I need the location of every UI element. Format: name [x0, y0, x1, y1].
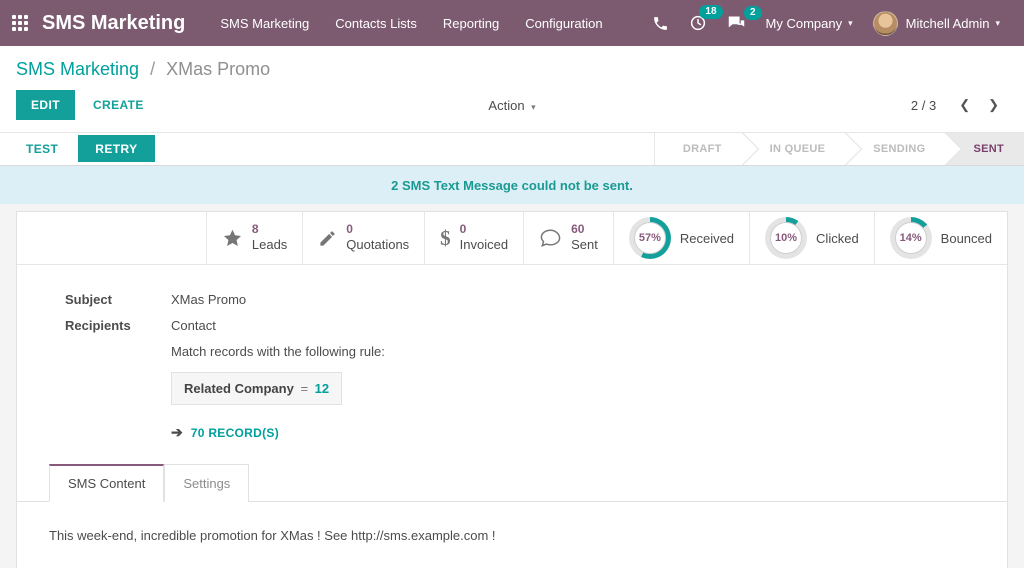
messages-count-badge: 2 [744, 6, 762, 20]
stat-button-clicked[interactable]: 10% Clicked [749, 212, 874, 264]
stat-label: Sent [571, 237, 598, 254]
statusbar: TEST RETRY DRAFT IN QUEUE SENDING SENT [0, 132, 1024, 166]
domain-rule-text: Match records with the following rule: [171, 344, 983, 359]
app-brand-title: SMS Marketing [42, 12, 185, 35]
records-count-link[interactable]: 70 RECORD(S) [191, 426, 279, 440]
edit-button[interactable]: EDIT [16, 90, 75, 120]
stat-label: Quotations [346, 237, 409, 254]
top-navbar: SMS Marketing SMS Marketing Contacts Lis… [0, 0, 1024, 46]
menu-sms-marketing[interactable]: SMS Marketing [207, 0, 322, 46]
sms-body-text[interactable]: This week-end, incredible promotion for … [49, 528, 496, 543]
filter-operator: = [297, 381, 311, 396]
test-button[interactable]: TEST [12, 133, 72, 165]
stat-value: 8 [252, 222, 287, 238]
activities-clock-icon[interactable]: 18 [679, 14, 717, 32]
chevron-down-icon: ▾ [848, 18, 853, 29]
navbar-systray: 18 2 My Company ▾ Mitchell Admin ▾ [642, 11, 1010, 36]
arrow-right-icon: ➔ [171, 424, 183, 441]
stat-button-leads[interactable]: 8 Leads [206, 212, 302, 264]
subject-field-value[interactable]: XMas Promo [171, 292, 246, 307]
menu-contacts-lists[interactable]: Contacts Lists [322, 0, 430, 46]
pager-previous-button[interactable]: ❮ [950, 95, 979, 115]
control-panel-buttons: EDIT CREATE Action ▾ 2 / 3 ❮ ❯ [0, 86, 1024, 132]
stat-button-row: 8 Leads 0 Quotations $ 0 Invoiced [17, 212, 1007, 265]
main-menu: SMS Marketing Contacts Lists Reporting C… [207, 0, 615, 46]
breadcrumb-current: XMas Promo [166, 59, 270, 79]
chat-bubble-icon [539, 228, 562, 248]
alert-text[interactable]: 2 SMS Text Message could not be sent. [391, 178, 633, 193]
domain-filter-chip[interactable]: Related Company = 12 [171, 372, 342, 405]
chevron-down-icon: ▾ [995, 18, 1000, 29]
stat-label: Bounced [941, 231, 992, 246]
stat-value: 60 [571, 222, 598, 238]
received-donut-chart: 57% [629, 217, 671, 259]
menu-reporting[interactable]: Reporting [430, 0, 512, 46]
user-avatar [873, 11, 898, 36]
subject-field-label: Subject [65, 292, 171, 307]
recipients-field-value[interactable]: Contact [171, 318, 216, 333]
stat-button-sent[interactable]: 60 Sent [523, 212, 613, 264]
user-name: Mitchell Admin [906, 16, 990, 31]
stat-label: Invoiced [460, 237, 508, 254]
notebook-tabs: SMS Content Settings [17, 464, 1007, 502]
status-steps: DRAFT IN QUEUE SENDING SENT [654, 133, 1024, 165]
breadcrumb: SMS Marketing / XMas Promo [0, 46, 1024, 86]
alert-banner: 2 SMS Text Message could not be sent. [0, 166, 1024, 204]
recipients-field-label: Recipients [65, 318, 171, 333]
stat-label: Leads [252, 237, 287, 254]
stat-button-quotations[interactable]: 0 Quotations [302, 212, 424, 264]
tab-settings[interactable]: Settings [164, 464, 249, 502]
donut-percent: 10% [765, 217, 807, 259]
apps-grid-icon[interactable] [12, 15, 28, 31]
stat-button-received[interactable]: 57% Received [613, 212, 749, 264]
pager-counter: 2 / 3 [911, 98, 936, 113]
menu-configuration[interactable]: Configuration [512, 0, 615, 46]
breadcrumb-separator: / [144, 59, 161, 79]
stat-label: Received [680, 231, 734, 246]
control-panel: SMS Marketing / XMas Promo EDIT CREATE A… [0, 46, 1024, 132]
phone-icon[interactable] [642, 15, 679, 32]
stat-label: Clicked [816, 231, 859, 246]
donut-percent: 57% [629, 217, 671, 259]
bounced-donut-chart: 14% [890, 217, 932, 259]
clicked-donut-chart: 10% [765, 217, 807, 259]
donut-percent: 14% [890, 217, 932, 259]
breadcrumb-parent-link[interactable]: SMS Marketing [16, 59, 139, 79]
dollar-icon: $ [440, 226, 451, 251]
stat-value: 0 [346, 222, 409, 238]
form-fields: Subject XMas Promo Recipients Contact Ma… [17, 265, 1007, 441]
action-dropdown[interactable]: Action ▾ [488, 98, 535, 113]
filter-value: 12 [315, 381, 329, 396]
company-name: My Company [766, 16, 843, 31]
create-button[interactable]: CREATE [93, 98, 144, 112]
pager-next-button[interactable]: ❯ [979, 95, 1008, 115]
status-step-draft[interactable]: DRAFT [655, 133, 742, 165]
form-sheet: 8 Leads 0 Quotations $ 0 Invoiced [16, 211, 1008, 568]
company-switcher[interactable]: My Company ▾ [756, 16, 863, 31]
records-count-row: ➔ 70 RECORD(S) [171, 424, 983, 441]
filter-field-name: Related Company [184, 381, 294, 396]
stat-button-bounced[interactable]: 14% Bounced [874, 212, 1007, 264]
user-menu[interactable]: Mitchell Admin ▾ [863, 11, 1010, 36]
chevron-down-icon: ▾ [529, 102, 536, 112]
star-icon [222, 228, 243, 249]
messages-icon[interactable]: 2 [717, 15, 756, 32]
sms-content-panel: This week-end, incredible promotion for … [17, 502, 1007, 568]
retry-button[interactable]: RETRY [78, 135, 154, 162]
stat-button-invoiced[interactable]: $ 0 Invoiced [424, 212, 523, 264]
tab-sms-content[interactable]: SMS Content [49, 464, 164, 502]
pencil-icon [318, 229, 337, 248]
stat-value: 0 [460, 222, 508, 238]
